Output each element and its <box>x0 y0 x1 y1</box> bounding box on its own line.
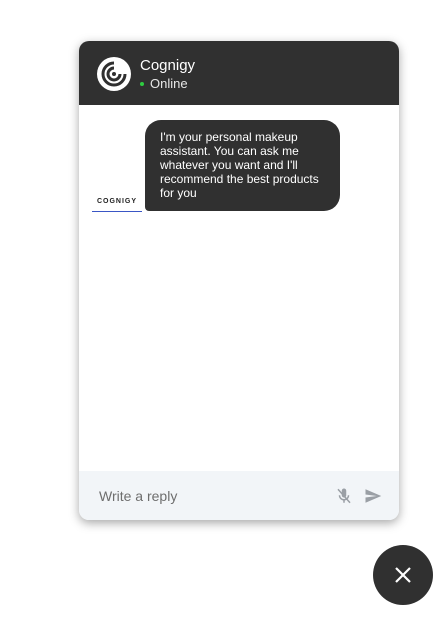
reply-input[interactable] <box>99 485 319 507</box>
bot-message-bubble: I'm your personal makeup assistant. You … <box>145 120 340 211</box>
chat-widget: Cognigy Online COGNIGY I'm your personal… <box>79 41 399 520</box>
status-indicator: Online <box>140 76 188 91</box>
bot-message-avatar: COGNIGY <box>92 196 142 212</box>
close-chat-button[interactable] <box>373 545 433 605</box>
bot-avatar-label: COGNIGY <box>96 198 138 205</box>
online-dot-icon <box>140 81 144 86</box>
cognigy-logo-icon <box>97 57 131 91</box>
microphone-off-icon[interactable] <box>335 487 353 505</box>
status-label: Online <box>150 76 188 91</box>
send-icon[interactable] <box>364 487 382 505</box>
message-history: COGNIGY I'm your personal makeup assista… <box>79 105 399 471</box>
close-icon <box>395 567 411 583</box>
bot-avatar-underline <box>92 211 142 212</box>
chat-header: Cognigy Online <box>79 41 399 105</box>
reply-bar <box>79 471 399 520</box>
bot-name: Cognigy <box>140 57 196 74</box>
